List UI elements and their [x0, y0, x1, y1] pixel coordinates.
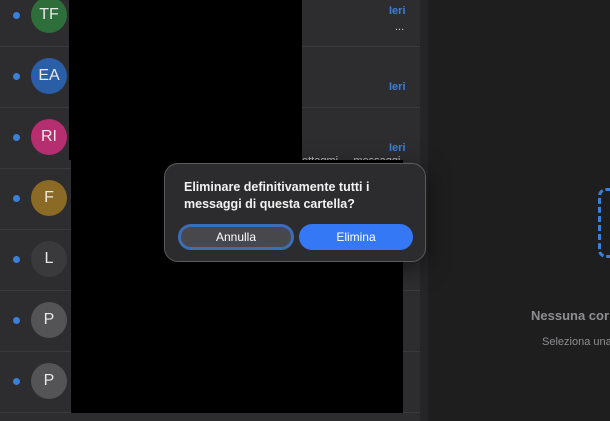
more-indicator: ... — [395, 21, 405, 33]
confirm-delete-dialog: Eliminare definitivamente tutti i messag… — [164, 163, 426, 262]
cancel-button[interactable]: Annulla — [178, 224, 294, 250]
avatar: RI — [31, 119, 67, 155]
unread-dot — [13, 73, 20, 80]
empty-mail-icon — [598, 188, 610, 258]
dialog-message: Eliminare definitivamente tutti i messag… — [184, 180, 370, 211]
unread-dot — [13, 195, 20, 202]
empty-state-title: Nessuna cor — [531, 308, 610, 323]
unread-dot — [13, 317, 20, 324]
unread-dot — [13, 134, 20, 141]
avatar: TF — [31, 0, 67, 33]
avatar: EA — [31, 58, 67, 94]
avatar: F — [31, 180, 67, 216]
empty-state-subtitle: Seleziona una — [542, 336, 610, 348]
unread-dot — [13, 256, 20, 263]
avatar: L — [31, 241, 67, 277]
message-date: Ieri — [389, 5, 406, 17]
detail-pane: Nessuna cor Seleziona una — [428, 0, 610, 421]
avatar: P — [31, 302, 67, 338]
message-date: Ieri — [389, 142, 406, 154]
unread-dot — [13, 378, 20, 385]
redaction-block — [69, 0, 302, 160]
message-date: Ieri — [389, 81, 406, 93]
delete-button[interactable]: Elimina — [299, 224, 413, 250]
unread-dot — [13, 12, 20, 19]
avatar: P — [31, 363, 67, 399]
